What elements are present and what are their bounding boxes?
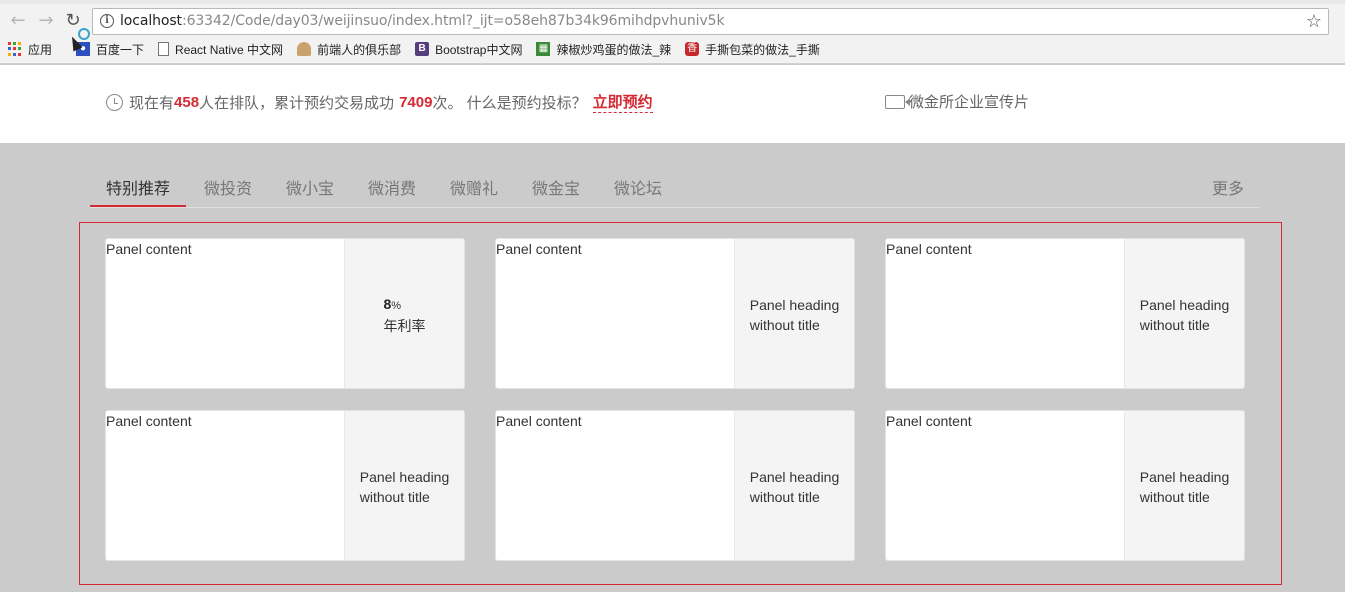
tab-micro-invest[interactable]: 微投资: [204, 175, 252, 199]
product-panel[interactable]: Panel content Panel heading without titl…: [885, 410, 1245, 561]
panel-heading: Panel heading without title: [1140, 467, 1230, 507]
promo-label: 微金所企业宣传片: [909, 94, 1030, 111]
info-icon[interactable]: i: [100, 14, 114, 28]
panel-heading-line: Panel heading: [749, 468, 840, 485]
panel-heading-line: Panel heading: [359, 468, 450, 485]
bookmark-frontend-club[interactable]: 前端人的俱乐部: [297, 41, 401, 58]
rate-unit: %: [391, 299, 402, 312]
panel-side: Panel heading without title: [344, 411, 464, 560]
notice-prefix: 现在有: [129, 94, 175, 112]
bookmark-star-icon[interactable]: ☆: [1306, 11, 1322, 32]
product-panel[interactable]: Panel content 8% 年利率: [105, 238, 465, 389]
bookmark-react-native[interactable]: React Native 中文网: [158, 41, 283, 58]
notice-suffix: 次。 什么是预约投标？: [432, 94, 587, 112]
apps-icon: [8, 42, 22, 56]
panel-heading-line: without title: [749, 488, 820, 505]
panel-heading-line: without title: [1139, 316, 1210, 333]
bookmark-recipe-cabbage[interactable]: 香 手撕包菜的做法_手撕: [685, 41, 820, 58]
panel-content: Panel content: [886, 241, 972, 257]
panel-content: Panel content: [886, 413, 972, 429]
back-arrow-icon[interactable]: ←: [8, 11, 28, 31]
queue-count: 458: [174, 93, 200, 111]
panel-side: Panel heading without title: [1124, 239, 1244, 388]
tab-special-recommend[interactable]: 特别推荐: [106, 175, 170, 199]
forward-arrow-icon[interactable]: →: [36, 11, 56, 31]
rate-label: 年利率: [383, 317, 426, 334]
person-icon: [297, 42, 312, 56]
panel-side: Panel heading without title: [734, 239, 854, 388]
bookmark-label: 百度一下: [96, 42, 145, 57]
tab-micro-gift[interactable]: 微赠礼: [450, 175, 498, 199]
product-panel[interactable]: Panel content Panel heading without titl…: [495, 410, 855, 561]
queue-notice: 现在有 458 人在排队，累计预约交易成功 7409 次。 什么是预约投标？ 立…: [106, 91, 653, 113]
tab-micro-treasure[interactable]: 微小宝: [286, 175, 334, 199]
panel-content: Panel content: [496, 413, 582, 429]
notice-middle: 人在排队，累计预约交易成功: [199, 94, 395, 112]
bookmark-baidu[interactable]: ● 百度一下: [76, 41, 144, 58]
promo-video-link[interactable]: 微金所企业宣传片: [885, 91, 1029, 112]
panel-heading: Panel heading without title: [360, 467, 450, 507]
page-icon: [158, 42, 170, 56]
bootstrap-icon: B: [415, 42, 430, 56]
bookmark-apps[interactable]: 应用: [8, 41, 52, 58]
video-camera-icon: [885, 94, 905, 109]
panel-heading: Panel heading without title: [750, 295, 840, 335]
bookmark-label: 辣椒炒鸡蛋的做法_辣: [556, 42, 672, 57]
alarm-clock-icon: [106, 93, 123, 111]
panel-heading-line: Panel heading: [749, 296, 840, 313]
more-link[interactable]: 更多: [1212, 175, 1244, 199]
product-tabs: 特别推荐 微投资 微小宝 微消费 微赠礼 微金宝 微论坛 更多: [90, 162, 1259, 208]
panel-heading: Panel heading without title: [1140, 295, 1230, 335]
url-text[interactable]: localhost:63342/Code/day03/weijinsuo/ind…: [120, 13, 725, 29]
panel-content: Panel content: [106, 241, 192, 257]
top-notice-bar: 现在有 458 人在排队，累计预约交易成功 7409 次。 什么是预约投标？ 立…: [0, 65, 1345, 143]
panel-heading-line: Panel heading: [1139, 468, 1230, 485]
browser-chrome: ← → ↻ i localhost:63342/Code/day03/weiji…: [0, 0, 1345, 64]
product-panel[interactable]: Panel content Panel heading without titl…: [495, 238, 855, 389]
panel-side: Panel heading without title: [1124, 411, 1244, 560]
active-tab-underline: [90, 205, 186, 207]
tab-micro-gold[interactable]: 微金宝: [532, 175, 580, 199]
panel-heading-line: Panel heading: [1139, 296, 1230, 313]
panel-heading-line: without title: [359, 488, 430, 505]
panel-heading: Panel heading without title: [750, 467, 840, 507]
bookmark-recipe-egg[interactable]: ▦ 辣椒炒鸡蛋的做法_辣: [536, 41, 671, 58]
bookmark-label: 前端人的俱乐部: [317, 42, 402, 57]
deal-count: 7409: [399, 93, 433, 111]
tab-micro-consume[interactable]: 微消费: [368, 175, 416, 199]
product-panel[interactable]: Panel content Panel heading without titl…: [105, 410, 465, 561]
panel-content: Panel content: [496, 241, 582, 257]
panel-heading-line: without title: [1139, 488, 1210, 505]
xiang-icon: 香: [685, 42, 700, 56]
bookmark-bootstrap[interactable]: B Bootstrap中文网: [415, 41, 522, 58]
panel-heading-line: without title: [749, 316, 820, 333]
bookmark-label: 手撕包菜的做法_手撕: [705, 42, 820, 57]
book-now-link[interactable]: 立即预约: [592, 91, 653, 113]
interest-rate: 8% 年利率: [384, 294, 426, 336]
url-host: localhost: [120, 13, 182, 29]
url-path: :63342/Code/day03/weijinsuo/index.html?_…: [181, 13, 725, 29]
bookmark-label: 应用: [28, 42, 53, 57]
tab-strip: [0, 0, 1345, 4]
product-panel[interactable]: Panel content Panel heading without titl…: [885, 238, 1245, 389]
panel-side: Panel heading without title: [734, 411, 854, 560]
bookmarks-bar: 应用 ● 百度一下 React Native 中文网 前端人的俱乐部 B Boo…: [8, 38, 834, 60]
address-bar[interactable]: i localhost:63342/Code/day03/weijinsuo/i…: [92, 8, 1329, 35]
busy-indicator-icon: [78, 28, 90, 40]
panel-side: 8% 年利率: [344, 239, 464, 388]
panel-content: Panel content: [106, 413, 192, 429]
bookmark-label: Bootstrap中文网: [435, 42, 523, 57]
tab-micro-forum[interactable]: 微论坛: [614, 175, 662, 199]
recipe-icon: ▦: [536, 42, 551, 56]
bookmark-label: React Native 中文网: [175, 42, 284, 57]
